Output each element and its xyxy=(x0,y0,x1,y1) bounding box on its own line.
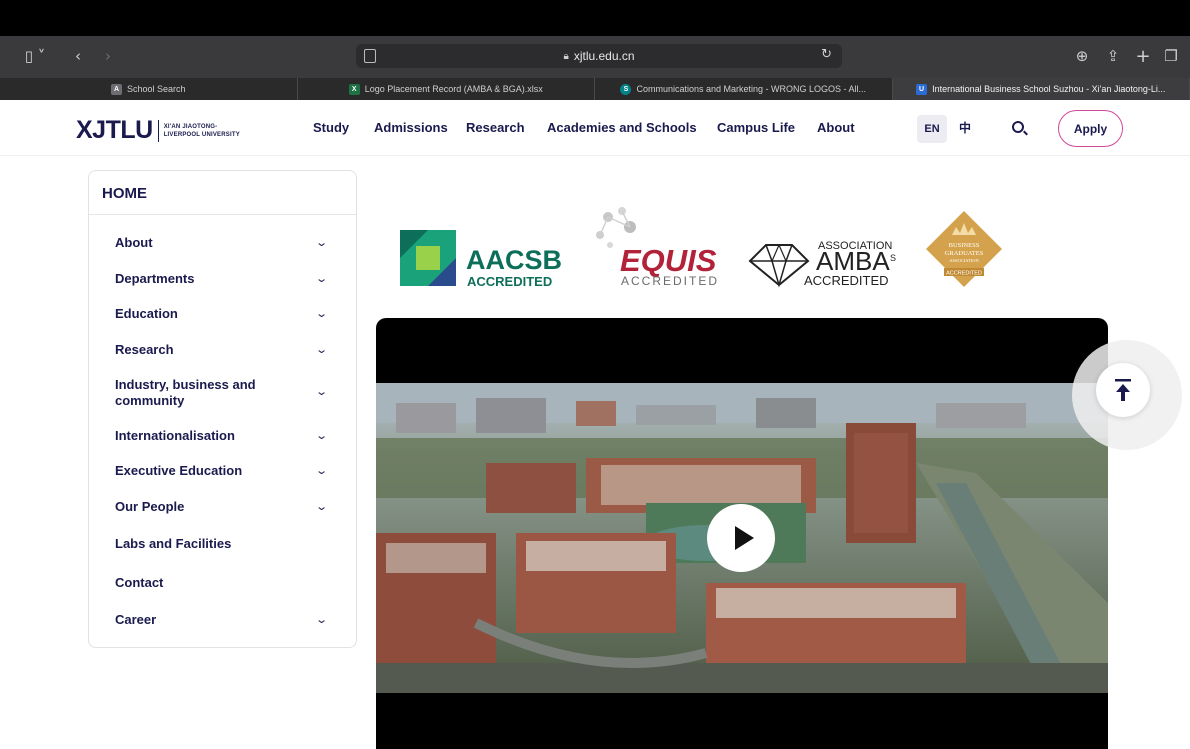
url-text: xjtlu.edu.cn xyxy=(573,49,635,63)
tab-ibss[interactable]: U International Business School Suzhou -… xyxy=(892,78,1190,100)
aacsb-name: AACSB xyxy=(466,245,562,275)
chevron-down-icon[interactable]: ⌄ xyxy=(315,613,328,626)
search-icon[interactable] xyxy=(1012,121,1024,133)
tab-overview-icon[interactable]: ❐ xyxy=(1162,45,1180,67)
logo-subtitle-line-2: LIVERPOOL UNIVERSITY xyxy=(163,131,240,138)
shield-icon: U xyxy=(916,83,928,95)
sidebar-item-contact[interactable]: Contact xyxy=(115,575,285,591)
chevron-down-icon[interactable]: ⌄ xyxy=(315,307,328,320)
sidebar-toggle-icon[interactable]: ▯ ˅ xyxy=(18,45,52,67)
chevron-down-icon[interactable]: ⌄ xyxy=(315,429,328,442)
sidebar-item-executive-education[interactable]: Executive Education xyxy=(115,463,285,479)
nav-study[interactable]: Study xyxy=(313,120,349,135)
language-zh-button[interactable]: 中 xyxy=(959,119,971,136)
logo-subtitle: XI'AN JIAOTONG- LIVERPOOL UNIVERSITY xyxy=(164,123,240,139)
chevron-down-icon[interactable]: ⌄ xyxy=(315,272,328,285)
back-icon[interactable]: ‹ xyxy=(70,45,86,67)
sidebar-item-labs-and-facilities[interactable]: Labs and Facilities xyxy=(115,536,285,552)
sidebar-item-departments[interactable]: Departments xyxy=(115,271,285,287)
nav-about[interactable]: About xyxy=(817,120,855,135)
apply-button[interactable]: Apply xyxy=(1058,110,1123,147)
sharepoint-icon: S xyxy=(620,83,632,95)
logo-subtitle-line-1: XI'AN JIAOTONG- xyxy=(163,123,218,130)
bga-accredited-logo: BUSINESS GRADUATES ASSOCIATION ACCREDITE… xyxy=(926,211,1002,287)
tab-label: Logo Placement Record (AMBA & BGA).xlsx xyxy=(364,84,543,94)
sidebar-item-about[interactable]: About xyxy=(115,235,285,251)
reload-icon[interactable]: ↻ xyxy=(821,47,832,62)
sidebar-item-industry[interactable]: Industry, business and community xyxy=(115,377,285,409)
tab-school-search[interactable]: A School Search xyxy=(0,78,298,100)
chevron-down-icon[interactable]: ⌄ xyxy=(315,385,328,398)
bga-line-1: BUSINESS xyxy=(949,242,980,249)
site-header: XJTLU XI'AN JIAOTONG- LIVERPOOL UNIVERSI… xyxy=(0,100,1190,156)
language-en-button[interactable]: EN xyxy=(917,115,947,143)
page-icon xyxy=(364,49,376,63)
chevron-down-icon[interactable]: ⌄ xyxy=(315,236,328,249)
tab-label: Communications and Marketing - WRONG LOG… xyxy=(636,84,867,94)
amba-name: AMBA xyxy=(816,246,890,276)
logo-divider xyxy=(157,119,159,142)
nav-research[interactable]: Research xyxy=(466,120,525,135)
bga-sub: ACCREDITED xyxy=(946,271,982,277)
amba-suffix: S xyxy=(890,253,896,263)
browser-toolbar: ▯ ˅ ‹ › 🔒︎ xjtlu.edu.cn ↻ ⊕ ⇪ + ❐ xyxy=(0,36,1190,78)
logo-wordmark: XJTLU xyxy=(76,116,153,144)
chevron-down-icon[interactable]: ⌄ xyxy=(315,464,328,477)
tab-label: International Business School Suzhou - X… xyxy=(932,84,1166,94)
sidebar-item-internationalisation[interactable]: Internationalisation xyxy=(115,428,285,444)
xjtlu-logo[interactable]: XJTLU XI'AN JIAOTONG- LIVERPOOL UNIVERSI… xyxy=(76,116,240,145)
amba-accredited-logo: ASSOCIATION AMBA S ACCREDITED xyxy=(748,240,896,288)
lock-icon: 🔒︎ xyxy=(563,50,569,62)
sidebar-home[interactable]: HOME xyxy=(102,185,147,202)
equis-sub: ACCREDITED xyxy=(621,274,719,288)
play-button[interactable] xyxy=(707,504,775,572)
excel-icon: X xyxy=(348,83,360,95)
section-sidebar: HOME About ⌄ Departments ⌄ Education ⌄ R… xyxy=(88,170,357,648)
download-icon[interactable]: ⊕ xyxy=(1072,45,1092,67)
back-to-top-button[interactable] xyxy=(1096,363,1150,417)
tab-communications[interactable]: S Communications and Marketing - WRONG L… xyxy=(595,78,893,100)
new-tab-icon[interactable]: + xyxy=(1134,45,1152,67)
sidebar-item-education[interactable]: Education xyxy=(115,306,285,322)
nav-campus-life[interactable]: Campus Life xyxy=(717,120,795,135)
equis-accredited-logo: EQUIS ACCREDITED xyxy=(596,207,719,288)
sidebar-item-career[interactable]: Career xyxy=(115,612,285,628)
amba-sub: ACCREDITED xyxy=(804,273,889,288)
campus-video[interactable] xyxy=(376,318,1108,749)
window-top-bar xyxy=(0,0,1190,36)
sidebar-item-research[interactable]: Research xyxy=(115,342,285,358)
share-icon[interactable]: ⇪ xyxy=(1104,45,1122,67)
bga-line-3: ASSOCIATION xyxy=(949,258,979,263)
bga-line-2: GRADUATES xyxy=(945,250,984,257)
arrow-up-to-line-icon xyxy=(1115,379,1131,401)
nav-academies-and-schools[interactable]: Academies and Schools xyxy=(547,120,697,135)
nav-admissions[interactable]: Admissions xyxy=(374,120,448,135)
aacsb-sub: ACCREDITED xyxy=(467,274,552,289)
sidebar-item-our-people[interactable]: Our People xyxy=(115,499,285,515)
aacsb-accredited-logo: AACSB ACCREDITED xyxy=(400,230,562,289)
play-icon xyxy=(734,526,754,550)
address-bar[interactable]: 🔒︎ xjtlu.edu.cn ↻ xyxy=(356,44,842,68)
forward-icon[interactable]: › xyxy=(100,45,116,67)
tab-logo-placement[interactable]: X Logo Placement Record (AMBA & BGA).xls… xyxy=(298,78,595,100)
chevron-down-icon[interactable]: ⌄ xyxy=(315,500,328,513)
sidebar-divider xyxy=(89,214,356,215)
tab-bar: A School Search X Logo Placement Record … xyxy=(0,78,1190,100)
chevron-down-icon[interactable]: ⌄ xyxy=(315,343,328,356)
app-icon: A xyxy=(110,83,122,95)
tab-label: School Search xyxy=(126,84,186,94)
equis-name: EQUIS xyxy=(620,243,717,278)
